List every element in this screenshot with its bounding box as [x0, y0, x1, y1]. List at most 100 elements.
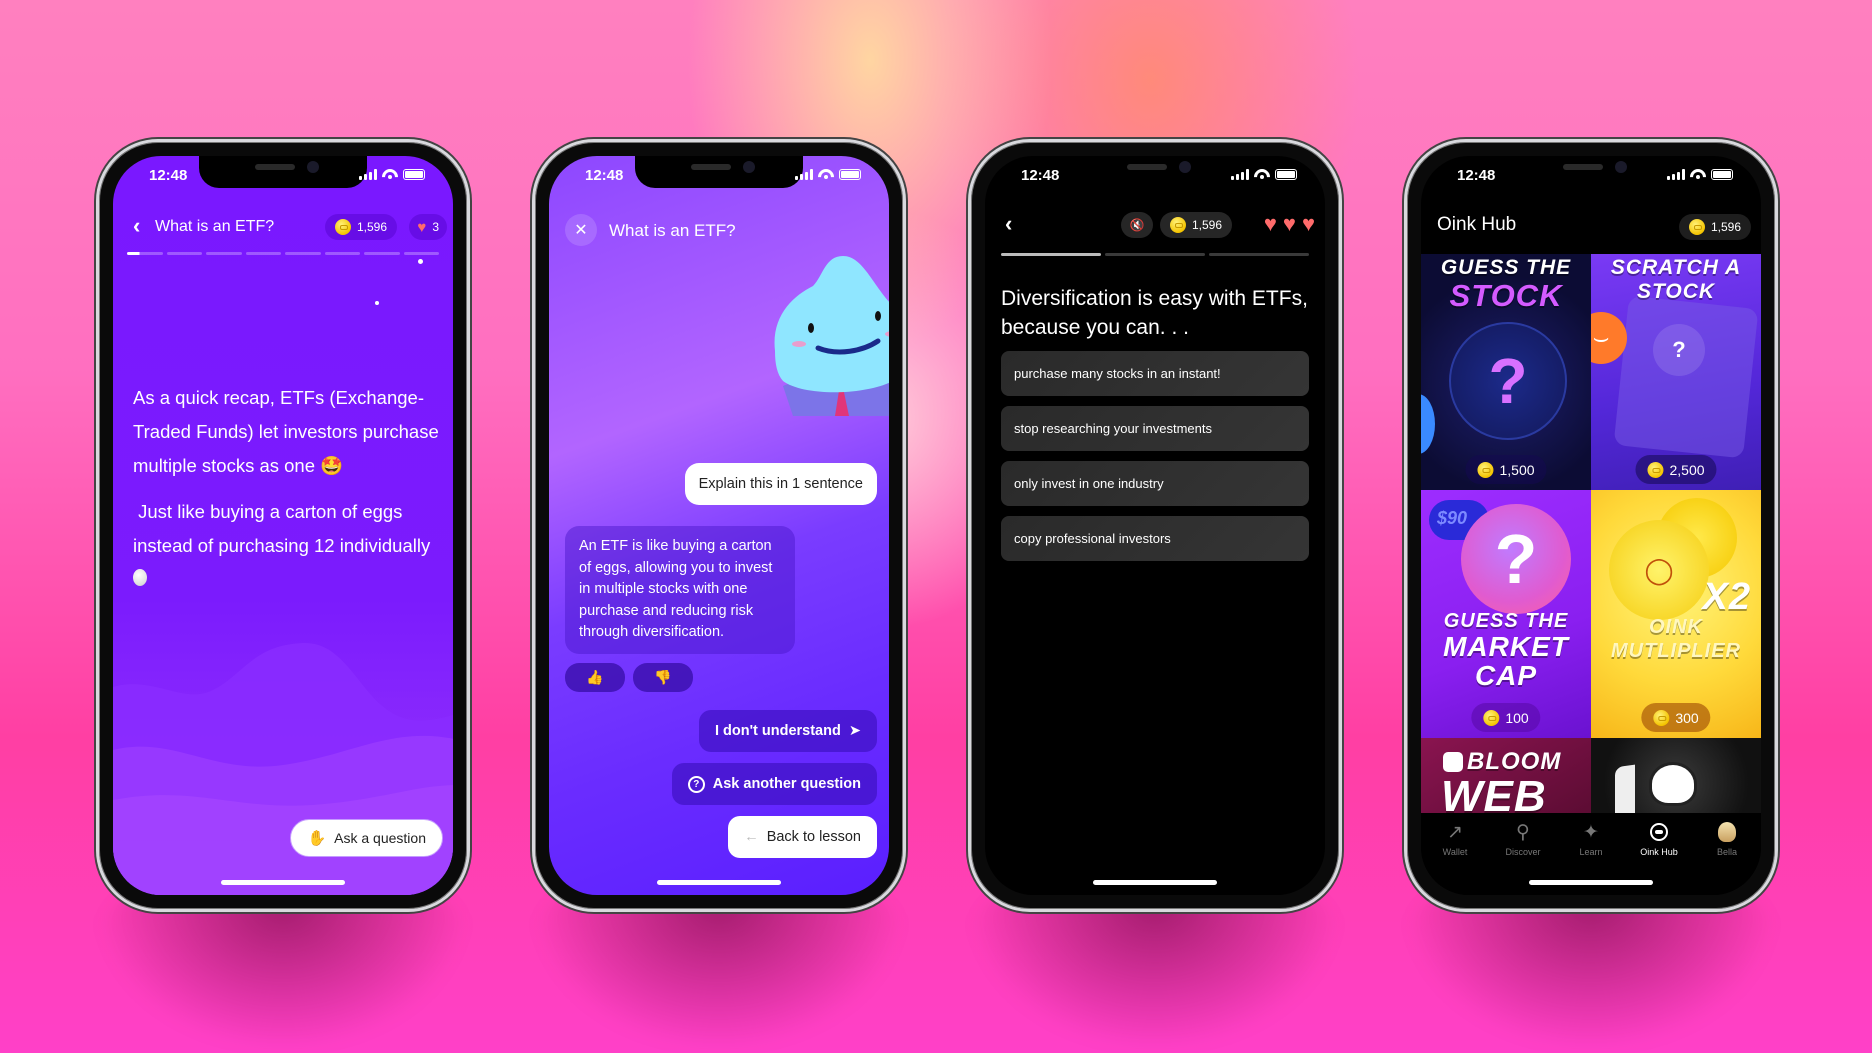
- lives-hearts: ♥ ♥ ♥: [1264, 211, 1315, 237]
- close-button[interactable]: ✕: [565, 214, 597, 246]
- tile-title: MARKET: [1443, 631, 1569, 662]
- tile-title: STOCK: [1449, 278, 1563, 313]
- chevron-left-icon[interactable]: ‹: [1005, 213, 1012, 235]
- ask-question-button[interactable]: ✋ Ask a question: [290, 819, 443, 857]
- tile-guess-the-market-cap[interactable]: $90 ? GUESS THE MARKET CAP 100: [1421, 490, 1591, 738]
- tile-title: WEB: [1441, 772, 1547, 813]
- close-icon: ✕: [574, 222, 588, 239]
- sparkle-dot: [418, 259, 423, 264]
- decor-circle: [1421, 394, 1435, 454]
- lesson-paragraph: As a quick recap, ETFs (Exchange-Traded …: [133, 387, 439, 476]
- wifi-icon: [1254, 169, 1270, 180]
- hub-screen: 12:48 Oink Hub 1,596 GUESS THE STOCK ? 1…: [1421, 156, 1761, 895]
- status-bar: 12:48: [113, 164, 453, 186]
- sparkle-dot: [375, 301, 379, 305]
- tile-bloom-app[interactable]: [1591, 738, 1761, 813]
- bloom-logo-icon: [1443, 752, 1463, 772]
- tile-title: SCRATCH A: [1610, 256, 1742, 279]
- ask-another-question-label: Ask another question: [712, 776, 861, 792]
- lesson-body: As a quick recap, ETFs (Exchange-Traded …: [133, 381, 439, 609]
- tile-title: GUESS THE: [1443, 610, 1569, 632]
- home-indicator[interactable]: [1529, 880, 1653, 885]
- pig-face-icon: [1650, 821, 1668, 843]
- star-struck-emoji: 🤩: [320, 455, 344, 476]
- multiplier-label: X2: [1702, 576, 1751, 618]
- sparkles-icon: ✦: [1583, 821, 1599, 843]
- quiz-screen: 12:48 ‹ 🔇 1,596 ♥ ♥ ♥ Diversification is e…: [985, 156, 1325, 895]
- quiz-option[interactable]: copy professional investors: [1001, 516, 1309, 561]
- amazon-logo-icon: ⌣: [1591, 312, 1627, 364]
- coin-balance: 1,596: [1160, 212, 1233, 238]
- quiz-question: Diversification is easy with ETFs, becau…: [1001, 287, 1308, 339]
- tab-profile[interactable]: Bella: [1699, 821, 1755, 895]
- home-indicator[interactable]: [1093, 880, 1217, 885]
- status-bar: 12:48: [1421, 164, 1761, 186]
- home-indicator[interactable]: [221, 880, 345, 885]
- quiz-option[interactable]: only invest in one industry: [1001, 461, 1309, 506]
- signal-icon: [795, 169, 813, 180]
- phone-chat: 12:48 ✕ What is an ETF? Explain this in …: [532, 139, 906, 912]
- avatar: [1718, 821, 1736, 843]
- lesson-screen: 12:48 ‹ What is an ETF? 1,596 ♥ 3 As a qu…: [113, 156, 453, 895]
- lesson-progress: [127, 252, 439, 255]
- dont-understand-button[interactable]: I don't understand ➤: [698, 710, 877, 752]
- coin-icon: [1483, 709, 1500, 726]
- dont-understand-label: I don't understand: [714, 723, 841, 739]
- tile-bloom-web[interactable]: BLOOM WEB: [1421, 738, 1591, 813]
- mascot-illustration: [774, 256, 889, 416]
- tile-price: 300: [1641, 703, 1711, 732]
- heart-icon: ♥: [1263, 211, 1277, 236]
- chevron-left-icon[interactable]: ‹: [133, 215, 140, 237]
- phone-quiz: 12:48 ‹ 🔇 1,596 ♥ ♥ ♥ Diversification is e…: [968, 139, 1342, 912]
- coin-icon: [1170, 217, 1186, 233]
- quiz-option[interactable]: stop researching your investments: [1001, 406, 1309, 451]
- heart-icon: ♥: [417, 218, 427, 236]
- scratch-card: [1613, 295, 1759, 459]
- chat-title: What is an ETF?: [609, 221, 736, 240]
- battery-icon: [403, 169, 425, 180]
- heart-icon: ♥: [1282, 211, 1296, 236]
- coin-count: 1,596: [1710, 220, 1741, 234]
- thumbs-down-button[interactable]: 👎: [633, 663, 693, 692]
- question-bubble-icon: ?: [687, 775, 705, 793]
- quiz-option[interactable]: purchase many stocks in an instant!: [1001, 351, 1309, 396]
- tile-title: STOCK: [1636, 280, 1716, 303]
- thumbs-up-icon: 👍: [586, 669, 604, 685]
- wifi-icon: [818, 169, 834, 180]
- status-time: 12:48: [149, 167, 188, 184]
- home-indicator[interactable]: [657, 880, 781, 885]
- tile-title: OINK: [1649, 616, 1703, 638]
- ask-another-question-button[interactable]: ? Ask another question: [671, 763, 877, 805]
- back-to-lesson-button[interactable]: ← Back to lesson: [728, 816, 877, 858]
- question-mark-icon: ?: [1653, 324, 1705, 376]
- battery-icon: [839, 169, 861, 180]
- tile-price: 2,500: [1635, 455, 1717, 484]
- tile-title: MUTLIPLIER: [1611, 640, 1741, 662]
- phone-lesson: 12:48 ‹ What is an ETF? 1,596 ♥ 3 As a qu…: [96, 139, 470, 912]
- status-bar: 12:48: [985, 164, 1325, 186]
- tile-guess-the-stock[interactable]: GUESS THE STOCK ? 1,500: [1421, 254, 1591, 490]
- status-time: 12:48: [585, 167, 624, 184]
- tile-price: 100: [1471, 703, 1541, 732]
- tab-wallet[interactable]: ↗ Wallet: [1427, 821, 1483, 895]
- tile-scratch-a-stock[interactable]: SCRATCH A STOCK ⌣ ? 2,500: [1591, 254, 1761, 490]
- search-icon: ⚲: [1516, 821, 1530, 843]
- coin-icon: [1477, 461, 1494, 478]
- mute-button[interactable]: 🔇: [1121, 212, 1153, 238]
- thumbs-up-button[interactable]: 👍: [565, 663, 625, 692]
- game-tiles: GUESS THE STOCK ? 1,500 SCRATCH A STOCK …: [1421, 254, 1761, 813]
- lesson-title: What is an ETF?: [155, 218, 275, 235]
- chart-line-icon: ↗: [1447, 821, 1463, 843]
- battery-icon: [1275, 169, 1297, 180]
- user-message: Explain this in 1 sentence: [684, 463, 877, 505]
- status-time: 12:48: [1021, 167, 1060, 184]
- coin-icon: [1688, 219, 1705, 235]
- phone-illustration: [1615, 764, 1635, 813]
- tile-oink-multiplier[interactable]: ◯ X2 OINK MUTLIPLIER 300: [1591, 490, 1761, 738]
- coin-icon: [334, 219, 351, 235]
- arrow-left-icon: ←: [744, 829, 759, 845]
- raised-hand-icon: ✋: [307, 830, 327, 847]
- status-time: 12:48: [1457, 167, 1496, 184]
- coin-icon: [1653, 709, 1670, 726]
- chat-screen: 12:48 ✕ What is an ETF? Explain this in …: [549, 156, 889, 895]
